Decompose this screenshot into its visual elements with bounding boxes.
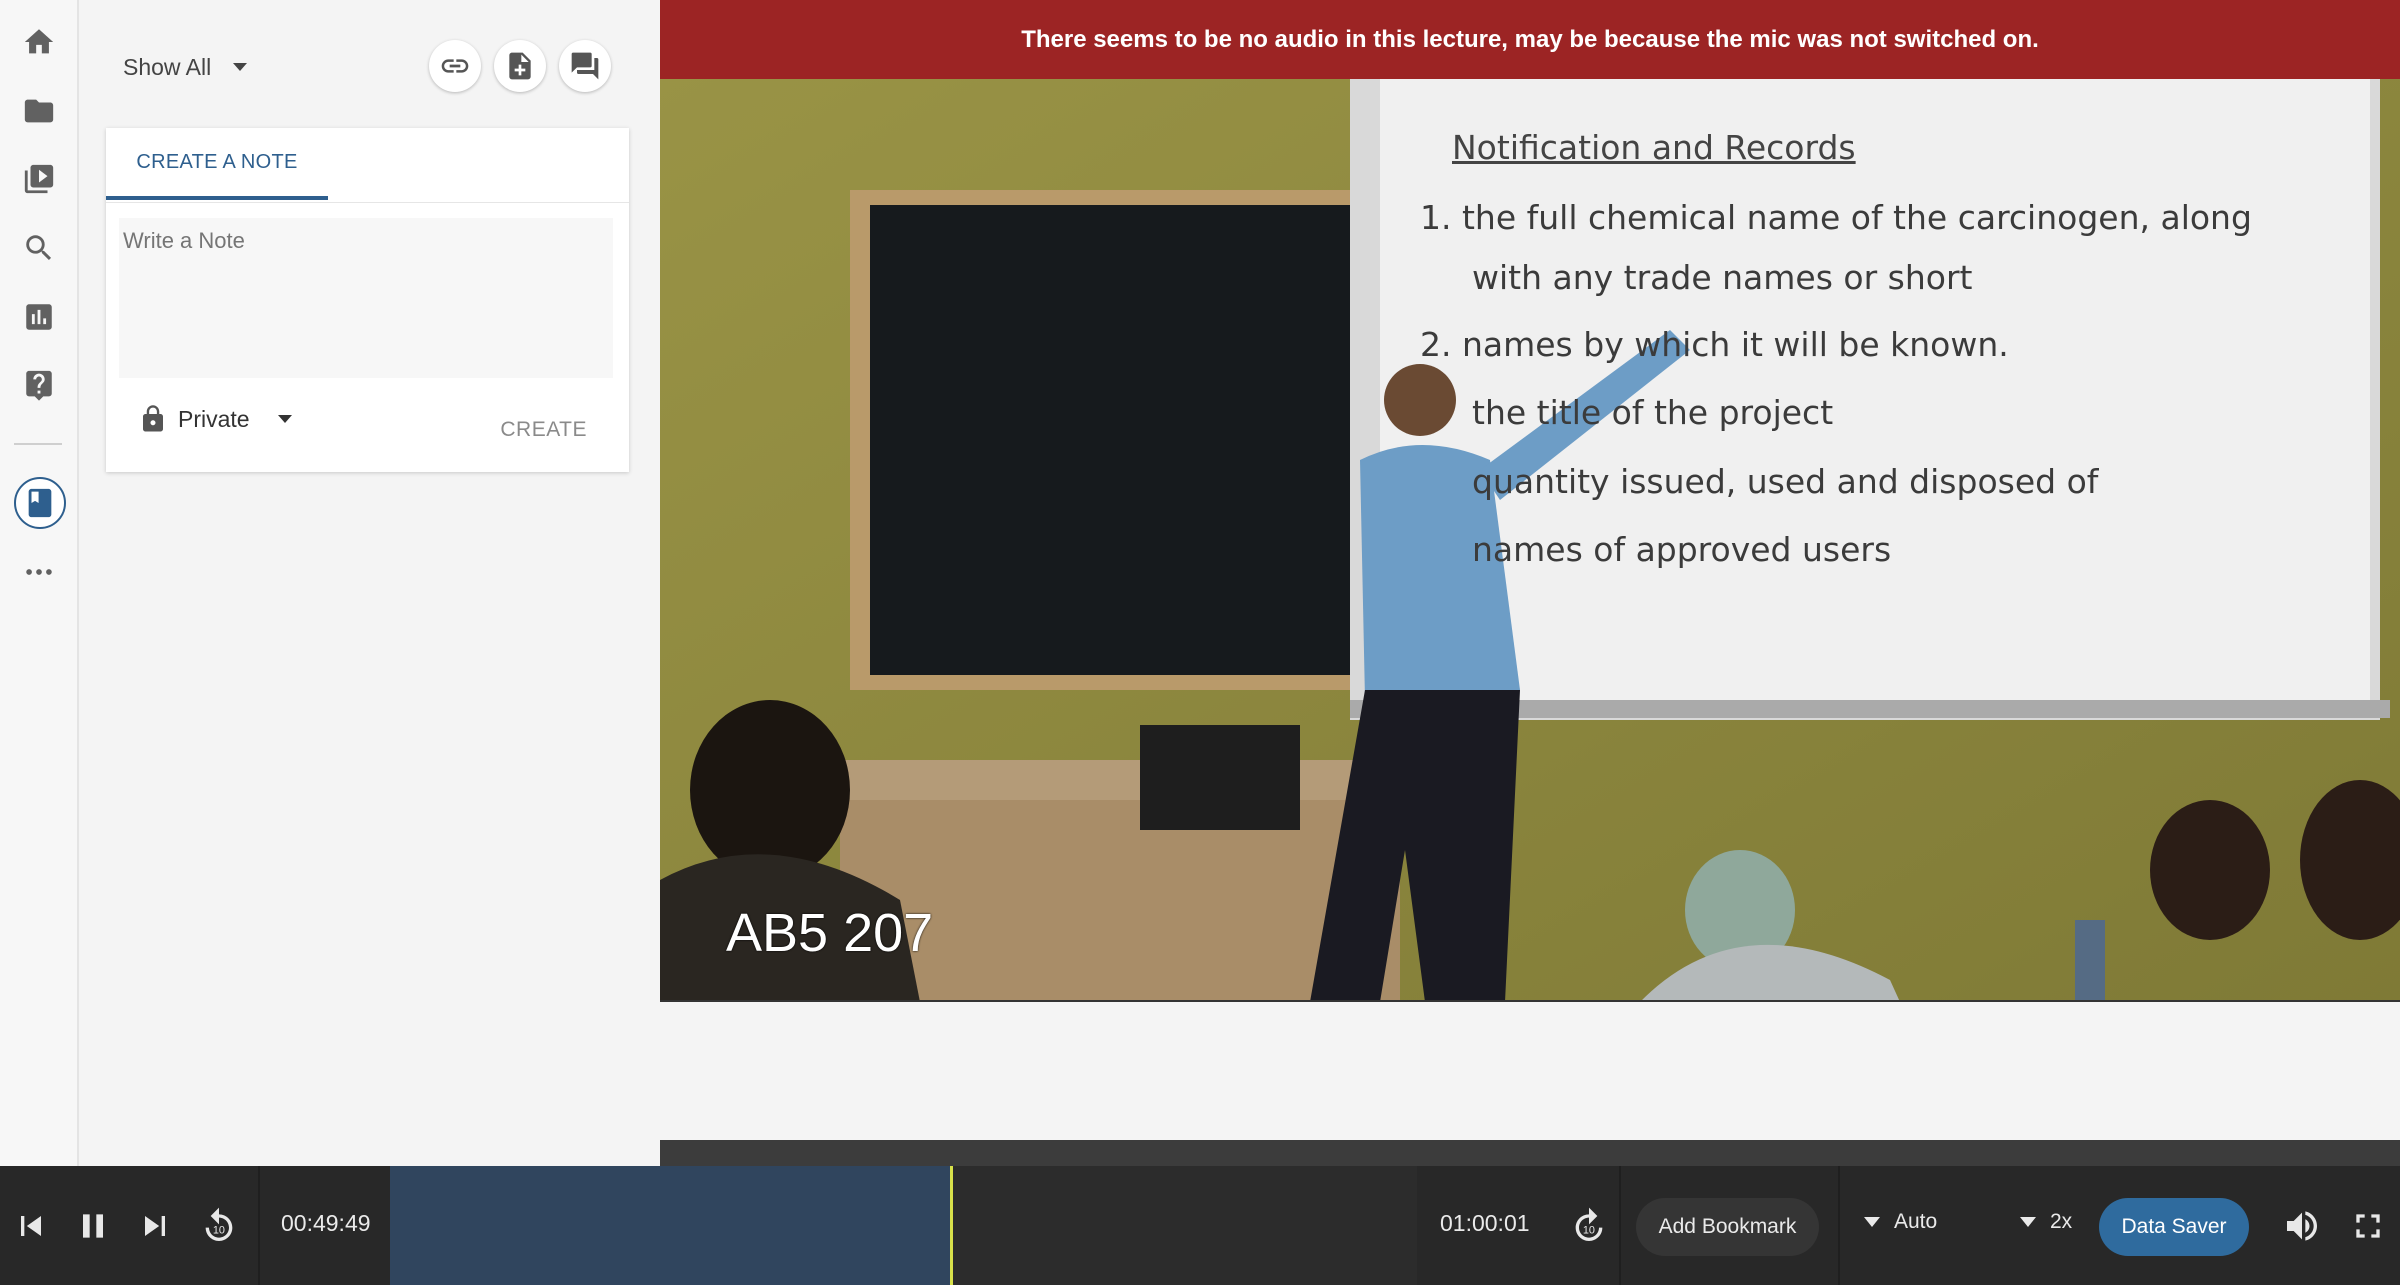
link-icon bbox=[441, 59, 469, 73]
forward-10-icon: 10 bbox=[1575, 1207, 1603, 1241]
chevron-down-icon bbox=[233, 63, 248, 71]
search-button[interactable] bbox=[14, 223, 64, 273]
discussion-button[interactable] bbox=[559, 40, 611, 92]
add-document-icon bbox=[509, 52, 531, 80]
progress-fill bbox=[390, 1166, 950, 1285]
privacy-select[interactable]: Private bbox=[138, 402, 292, 436]
video-below-area bbox=[660, 1002, 2400, 1140]
slide-line: the title of the project bbox=[1472, 393, 1834, 432]
tab-create-note[interactable]: CREATE A NOTE bbox=[106, 128, 328, 200]
more-icon bbox=[26, 569, 52, 575]
video-library-icon bbox=[24, 164, 54, 194]
svg-text:10: 10 bbox=[1583, 1225, 1595, 1237]
home-button[interactable] bbox=[14, 17, 64, 67]
next-button[interactable] bbox=[132, 1203, 178, 1249]
pause-button[interactable] bbox=[70, 1203, 116, 1249]
no-audio-banner: There seems to be no audio in this lectu… bbox=[660, 0, 2400, 79]
add-document-button[interactable] bbox=[494, 40, 546, 92]
chevron-down-icon bbox=[277, 415, 292, 423]
skip-next-icon bbox=[145, 1216, 165, 1236]
player-controls: 10 00:49:49 01:00:01 10 Add Bookmark Aut… bbox=[0, 1166, 2400, 1285]
slide-heading: Notification and Records bbox=[1452, 128, 1856, 167]
video-library-button[interactable] bbox=[14, 154, 64, 204]
add-bookmark-button[interactable]: Add Bookmark bbox=[1636, 1198, 1819, 1256]
create-note-card: CREATE A NOTE Private CREATE bbox=[106, 128, 629, 472]
help-icon bbox=[26, 370, 52, 401]
discussion-icon bbox=[571, 52, 599, 80]
total-time: 01:00:01 bbox=[1440, 1210, 1530, 1236]
separator bbox=[1838, 1166, 1840, 1285]
speed-select[interactable]: 2x bbox=[2020, 1210, 2072, 1234]
slide-line: names of approved users bbox=[1472, 530, 1892, 569]
fullscreen-button[interactable] bbox=[2345, 1203, 2391, 1249]
current-time: 00:49:49 bbox=[281, 1210, 371, 1236]
video-player[interactable]: Notification and Records 1. the full che… bbox=[660, 0, 2400, 1002]
data-saver-button[interactable]: Data Saver bbox=[2099, 1198, 2249, 1256]
previous-button[interactable] bbox=[8, 1203, 54, 1249]
rail-divider bbox=[14, 443, 62, 445]
search-icon bbox=[26, 235, 52, 261]
forward-10-button[interactable]: 10 bbox=[1566, 1203, 1612, 1249]
quality-label: Auto bbox=[1894, 1210, 1938, 1233]
link-button[interactable] bbox=[429, 40, 481, 92]
folder-button[interactable] bbox=[14, 86, 64, 136]
svg-text:10: 10 bbox=[213, 1225, 225, 1237]
note-textarea[interactable] bbox=[119, 218, 613, 378]
volume-button[interactable] bbox=[2279, 1203, 2325, 1249]
privacy-label: Private bbox=[178, 405, 250, 432]
create-note-button[interactable]: CREATE bbox=[500, 418, 587, 442]
tab-divider bbox=[106, 202, 629, 203]
slide-line: 2. names by which it will be known. bbox=[1420, 325, 2009, 364]
pause-icon bbox=[83, 1214, 103, 1238]
volume-icon bbox=[2287, 1211, 2317, 1241]
notes-panel: Show All CREATE A NOTE Private CREATE bbox=[79, 0, 659, 1166]
notes-book-icon bbox=[28, 488, 52, 518]
replay-10-icon: 10 bbox=[205, 1207, 233, 1241]
room-label: AB5 207 bbox=[726, 903, 934, 963]
slide-line: 1. the full chemical name of the carcino… bbox=[1420, 198, 2252, 237]
quality-select[interactable]: Auto bbox=[1864, 1210, 1937, 1234]
fullscreen-icon bbox=[2356, 1214, 2380, 1238]
separator bbox=[258, 1166, 260, 1285]
speed-label: 2x bbox=[2050, 1210, 2073, 1233]
skip-previous-icon bbox=[21, 1216, 41, 1236]
separator bbox=[1619, 1166, 1621, 1285]
video-bottom-strip bbox=[660, 1140, 2400, 1166]
left-nav-rail bbox=[0, 0, 79, 1166]
rewind-10-button[interactable]: 10 bbox=[196, 1203, 242, 1249]
home-icon bbox=[24, 29, 54, 54]
analytics-icon bbox=[26, 304, 52, 330]
help-button[interactable] bbox=[14, 360, 64, 410]
triangle-down-icon bbox=[1864, 1217, 1880, 1227]
progress-remaining bbox=[953, 1166, 1417, 1285]
folder-icon bbox=[24, 99, 54, 123]
lock-icon bbox=[143, 405, 163, 432]
more-button[interactable] bbox=[14, 547, 64, 597]
progress-bar[interactable] bbox=[390, 1166, 1417, 1285]
triangle-down-icon bbox=[2020, 1217, 2036, 1227]
analytics-button[interactable] bbox=[14, 292, 64, 342]
notes-button[interactable] bbox=[14, 477, 66, 529]
filter-label: Show All bbox=[123, 53, 212, 80]
slide-line: quantity issued, used and disposed of bbox=[1472, 462, 2099, 501]
slide-line: with any trade names or short bbox=[1472, 258, 1973, 297]
show-all-filter[interactable]: Show All bbox=[123, 50, 248, 84]
